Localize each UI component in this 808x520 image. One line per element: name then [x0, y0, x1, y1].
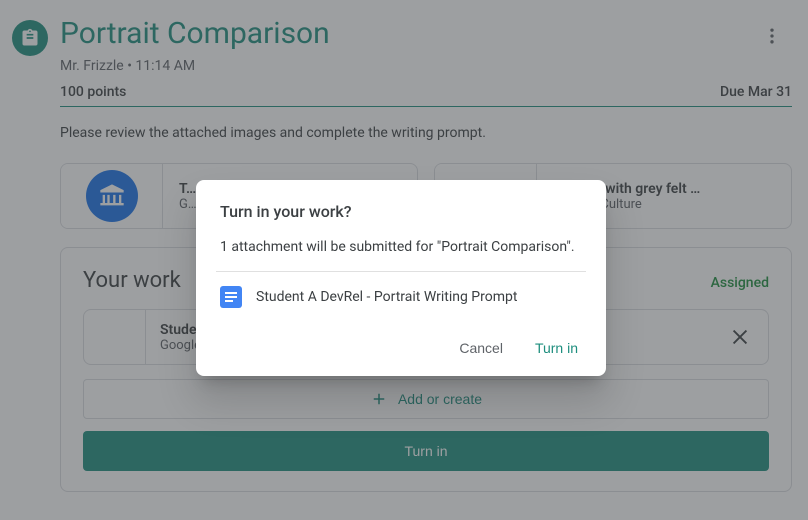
- google-docs-icon: [220, 286, 242, 308]
- dialog-file-row: Student A DevRel - Portrait Writing Prom…: [220, 286, 582, 308]
- dialog-file-name: Student A DevRel - Portrait Writing Prom…: [256, 289, 517, 305]
- cancel-button[interactable]: Cancel: [455, 334, 507, 362]
- assignment-page: Portrait Comparison Mr. Frizzle • 11:14 …: [0, 0, 808, 520]
- dialog-divider: [216, 271, 586, 272]
- dialog-actions: Cancel Turn in: [220, 334, 582, 362]
- turn-in-dialog: Turn in your work? 1 attachment will be …: [196, 180, 606, 376]
- dialog-title: Turn in your work?: [220, 202, 582, 221]
- dialog-body: 1 attachment will be submitted for "Port…: [220, 239, 582, 255]
- confirm-turn-in-button[interactable]: Turn in: [531, 334, 582, 362]
